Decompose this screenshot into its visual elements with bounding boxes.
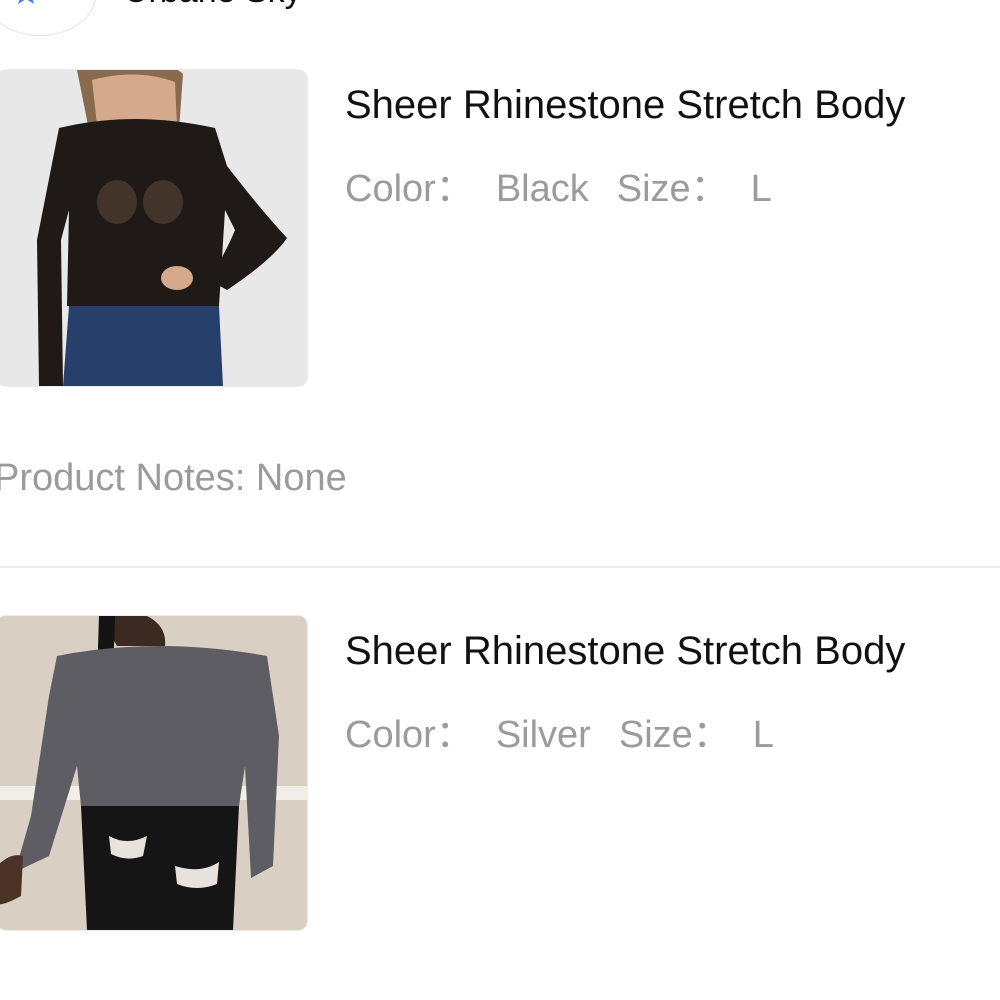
color-value: Black [495,168,589,210]
product-notes-label: Product Notes: [0,457,246,499]
store-header: Urbane Sky [0,0,1000,60]
item-divider [0,566,1000,568]
product-variant: Color： Silver Size： L [345,715,774,755]
verified-star-badge-icon [18,0,34,4]
color-label: Color： [345,168,474,210]
size-value: L [752,714,774,756]
store-avatar[interactable] [0,0,96,36]
color-label: Color： [345,714,474,756]
product-image[interactable] [0,69,308,387]
product-variant: Color： Black Size： L [345,169,772,209]
product-notes: Product Notes: None [0,458,347,498]
size-value: L [750,168,772,210]
store-name[interactable]: Urbane Sky [124,0,302,8]
color-value: Silver [495,714,591,756]
product-title[interactable]: Sheer Rhinestone Stretch Body [345,83,905,127]
product-title[interactable]: Sheer Rhinestone Stretch Body [345,629,905,673]
size-label: Size： [616,168,729,210]
product-image[interactable] [0,615,308,931]
product-notes-value: None [255,457,347,499]
size-label: Size： [618,714,731,756]
